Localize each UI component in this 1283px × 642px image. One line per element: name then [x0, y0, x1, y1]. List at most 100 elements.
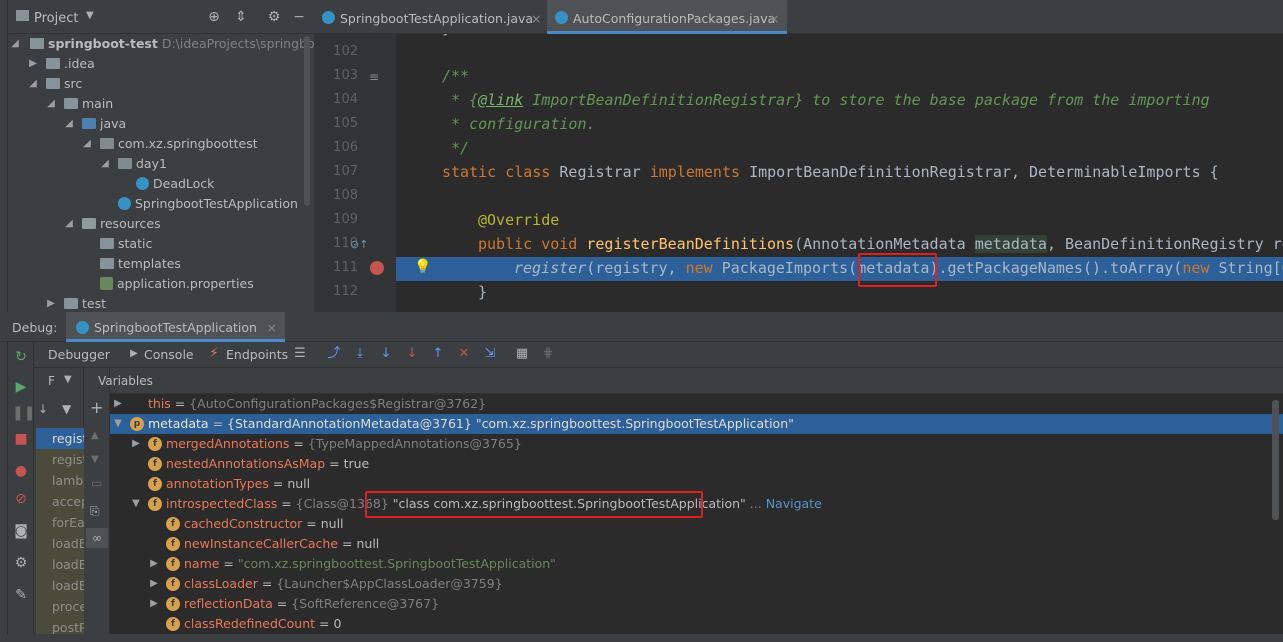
- frame-item[interactable]: proce: [36, 596, 84, 617]
- step-into-icon[interactable]: ↓: [378, 346, 394, 362]
- tree-item-package[interactable]: ◢ com.xz.springboottest: [8, 134, 314, 154]
- chevron-down-icon[interactable]: ▼: [64, 374, 72, 385]
- chevron-down-icon[interactable]: ◢: [10, 34, 20, 54]
- menu-icon[interactable]: ☰: [292, 346, 308, 362]
- step-over-icon[interactable]: ⤓: [352, 346, 368, 362]
- camera-icon[interactable]: ◙: [12, 522, 30, 540]
- tree-item-test[interactable]: ▶ test: [8, 294, 314, 312]
- close-icon[interactable]: ×: [769, 0, 779, 38]
- project-scrollbar[interactable]: [304, 36, 310, 206]
- tree-item-deadlock[interactable]: DeadLock: [8, 174, 314, 194]
- gear-icon[interactable]: ⚙: [266, 9, 282, 25]
- copy-icon[interactable]: ⎘: [90, 504, 100, 519]
- variable-row[interactable]: ▶ f mergedAnnotations = {TypeMappedAnnota…: [110, 434, 1283, 454]
- locate-icon[interactable]: ⊕: [206, 9, 222, 25]
- chevron-down-icon[interactable]: ◢: [46, 94, 56, 114]
- rerun-icon[interactable]: ↻: [12, 348, 30, 366]
- variable-row[interactable]: ▶ f reflectionData = {SoftReference@3767}: [110, 594, 1283, 614]
- frame-item[interactable]: loadB: [36, 533, 84, 554]
- add-watch-icon[interactable]: +: [90, 398, 103, 417]
- show-execution-point-icon[interactable]: ⤴: [326, 346, 342, 362]
- close-icon[interactable]: ×: [266, 320, 276, 335]
- variable-row[interactable]: ▶ f name = "com.xz.springboottest.Springb…: [110, 554, 1283, 574]
- variable-row[interactable]: f classRedefinedCount = 0: [110, 614, 1283, 634]
- variable-row-this[interactable]: ▶ this = {AutoConfigurationPackages$Regi…: [110, 394, 1283, 414]
- chevron-right-icon[interactable]: ▶: [148, 574, 160, 594]
- frame-item[interactable]: loadB: [36, 554, 84, 575]
- step-out-icon[interactable]: ↑: [430, 346, 446, 362]
- resume-icon[interactable]: ▶: [12, 378, 30, 396]
- drop-frame-icon[interactable]: ✕: [456, 346, 472, 362]
- frame-item[interactable]: regist: [36, 428, 84, 449]
- trace-icon[interactable]: ⋕: [540, 346, 556, 362]
- chevron-down-icon[interactable]: ◢: [64, 214, 74, 234]
- chevron-right-icon[interactable]: ▶: [148, 594, 160, 614]
- implements-icon[interactable]: ⊙↑: [350, 238, 368, 251]
- chevron-down-icon[interactable]: ◢: [64, 114, 74, 134]
- field-icon: f: [166, 576, 180, 591]
- breakpoint-icon[interactable]: [370, 261, 384, 275]
- tree-item-static[interactable]: static: [8, 234, 314, 254]
- chevron-down-icon[interactable]: ▼: [112, 414, 124, 434]
- debug-session-tab[interactable]: SpringbootTestApplication ×: [66, 312, 285, 342]
- filter-icon[interactable]: ▼: [62, 402, 71, 416]
- gear-icon[interactable]: ⚙: [12, 554, 30, 572]
- chevron-down-icon[interactable]: ◢: [82, 134, 92, 154]
- chevron-right-icon[interactable]: ▶: [28, 54, 38, 74]
- code-editor[interactable]: } /** * {@link ImportBeanDefinitionRegis…: [396, 34, 1283, 312]
- tree-item-idea[interactable]: ▶ .idea: [8, 54, 314, 74]
- chevron-down-icon[interactable]: ◢: [28, 74, 38, 94]
- mute-breakpoints-icon[interactable]: ⊘: [12, 490, 30, 508]
- tab-springboottestapplication[interactable]: SpringbootTestApplication.java ×: [314, 0, 546, 34]
- pause-icon[interactable]: ❚❚: [12, 404, 35, 422]
- arrow-down-icon[interactable]: ↓: [38, 402, 48, 416]
- tree-item-project[interactable]: ◢ springboot-test D:\ideaProjects\spring…: [8, 34, 314, 54]
- chevron-down-icon[interactable]: ▼: [130, 494, 142, 514]
- force-step-into-icon[interactable]: ↓: [404, 346, 420, 362]
- evaluate-expression-icon[interactable]: ▦: [514, 346, 530, 362]
- variables-scrollbar[interactable]: [1272, 400, 1279, 520]
- arrow-down-icon[interactable]: ▼: [91, 454, 99, 465]
- tab-debugger[interactable]: Debugger: [48, 347, 110, 363]
- variable-row[interactable]: f newInstanceCallerCache = null: [110, 534, 1283, 554]
- run-to-cursor-icon[interactable]: ⇲: [482, 346, 498, 362]
- tree-item-java[interactable]: ◢ java: [8, 114, 314, 134]
- navigate-link[interactable]: Navigate: [766, 496, 822, 511]
- chevron-right-icon[interactable]: ▶: [148, 554, 160, 574]
- tree-item-day1[interactable]: ◢ day1: [8, 154, 314, 174]
- glasses-icon[interactable]: ∞: [86, 528, 108, 548]
- tree-item-templates[interactable]: templates: [8, 254, 314, 274]
- project-panel-title[interactable]: Project: [34, 11, 78, 26]
- chevron-right-icon[interactable]: ▶: [130, 434, 142, 454]
- frame-item[interactable]: regist: [36, 449, 84, 470]
- chevron-down-icon[interactable]: ▼: [86, 10, 94, 21]
- frame-item[interactable]: forEa: [36, 512, 84, 533]
- tree-item-springboottestapplication[interactable]: SpringbootTestApplication: [8, 194, 314, 214]
- frame-item[interactable]: loadB: [36, 575, 84, 596]
- close-icon[interactable]: ×: [531, 0, 541, 38]
- arrow-up-icon[interactable]: ▲: [91, 430, 99, 441]
- chevron-right-icon[interactable]: ▶: [46, 294, 56, 312]
- doc-render-icon[interactable]: ≡: [369, 70, 379, 84]
- frame-item[interactable]: lambd: [36, 470, 84, 491]
- tab-autoconfigurationpackages[interactable]: AutoConfigurationPackages.java ×: [547, 0, 787, 34]
- tree-item-main[interactable]: ◢ main: [8, 94, 314, 114]
- tab-endpoints[interactable]: Endpoints: [226, 347, 288, 363]
- frame-item[interactable]: accep: [36, 491, 84, 512]
- tree-item-application-properties[interactable]: application.properties: [8, 274, 314, 294]
- chevron-right-icon[interactable]: ▶: [112, 394, 124, 414]
- variable-row[interactable]: f nestedAnnotationsAsMap = true: [110, 454, 1283, 474]
- tree-item-src[interactable]: ◢ src: [8, 74, 314, 94]
- collapse-all-icon[interactable]: ⇕: [233, 9, 249, 25]
- tree-item-resources[interactable]: ◢ resources: [8, 214, 314, 234]
- lightbulb-icon[interactable]: 💡: [414, 259, 431, 275]
- view-breakpoints-icon[interactable]: ●: [12, 462, 30, 480]
- pin-icon[interactable]: ✎: [12, 586, 30, 604]
- variable-row[interactable]: ▶ f classLoader = {Launcher$AppClassLoade…: [110, 574, 1283, 594]
- chevron-down-icon[interactable]: ◢: [100, 154, 110, 174]
- duplicate-icon[interactable]: ▭: [91, 476, 102, 490]
- tab-console[interactable]: Console: [144, 347, 194, 363]
- variable-row-metadata[interactable]: ▼ p metadata = {StandardAnnotationMetadat…: [110, 414, 1283, 434]
- hide-icon[interactable]: −: [291, 9, 307, 25]
- stop-icon[interactable]: ■: [12, 430, 30, 448]
